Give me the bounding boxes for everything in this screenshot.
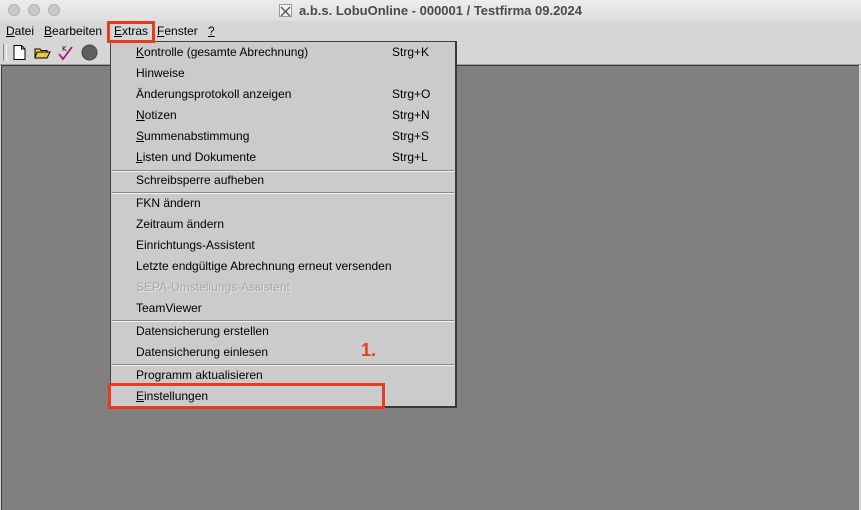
menu-item-teamviewer-label: TeamViewer bbox=[136, 301, 202, 315]
menu-item-aenderungsprotokoll-label: Änderungsprotokoll anzeigen bbox=[136, 87, 292, 101]
menu-help[interactable]: ? bbox=[208, 24, 215, 38]
menu-bearbeiten-label: earbeiten bbox=[52, 24, 103, 38]
menu-item-summenabstimmung-label: Summenabstimmung bbox=[136, 129, 249, 143]
menu-bearbeiten[interactable]: Bearbeiten bbox=[44, 24, 102, 38]
menu-item-listen-dokumente-text: isten und Dokumente bbox=[142, 150, 257, 164]
menu-bearbeiten-mnemonic: B bbox=[44, 24, 53, 38]
menu-item-datensicherung-erstellen-label: Datensicherung erstellen bbox=[136, 324, 269, 338]
menu-item-notizen-mnemonic: N bbox=[136, 108, 145, 122]
menu-item-sepa-assistent-label: SEPA-Umstellungs-Assistent bbox=[136, 280, 290, 294]
menu-item-kontrolle-shortcut: Strg+K bbox=[392, 45, 430, 59]
menu-item-datensicherung-erstellen[interactable]: Datensicherung erstellen bbox=[111, 321, 454, 342]
menu-item-listen-dokumente-shortcut: Strg+L bbox=[392, 150, 428, 164]
menu-item-listen-dokumente[interactable]: Listen und Dokumente Strg+L bbox=[111, 147, 454, 168]
menu-item-zeitraum-aendern[interactable]: Zeitraum ändern bbox=[111, 214, 454, 235]
menu-item-summenabstimmung-mnemonic: S bbox=[136, 129, 145, 143]
menu-datei-mnemonic: D bbox=[6, 24, 15, 38]
menu-item-teamviewer[interactable]: TeamViewer bbox=[111, 298, 454, 319]
menu-item-einrichtungs-assistent-label: Einrichtungs-Assistent bbox=[136, 238, 255, 252]
einstellungen-highlight-box bbox=[108, 383, 385, 409]
menu-item-hinweise[interactable]: Hinweise bbox=[111, 63, 454, 84]
menu-item-zeitraum-aendern-label: Zeitraum ändern bbox=[136, 217, 225, 231]
menu-fenster-label: enster bbox=[164, 24, 198, 38]
menu-item-schreibsperre-label: Schreibsperre aufheben bbox=[136, 173, 265, 187]
menu-item-einrichtungs-assistent[interactable]: Einrichtungs-Assistent bbox=[111, 235, 454, 256]
x11-app-icon bbox=[279, 4, 292, 17]
step-annotation: 1. bbox=[361, 340, 377, 360]
menu-item-abrechnung-versenden[interactable]: Letzte endgültige Abrechnung erneut vers… bbox=[111, 256, 454, 277]
menu-item-fkn-aendern[interactable]: FKN ändern bbox=[111, 193, 454, 214]
extras-dropdown-menu: Kontrolle (gesamte Abrechnung) Strg+K Hin… bbox=[110, 41, 457, 408]
menu-item-fkn-aendern-label: FKN ändern bbox=[136, 196, 201, 210]
check-icon[interactable]: K bbox=[57, 44, 74, 61]
menu-item-aenderungsprotokoll-shortcut: Strg+O bbox=[392, 87, 431, 101]
menu-item-sepa-assistent: SEPA-Umstellungs-Assistent bbox=[111, 277, 454, 298]
menu-item-notizen-label: Notizen bbox=[136, 108, 177, 122]
open-folder-icon[interactable] bbox=[34, 44, 51, 61]
menu-item-kontrolle[interactable]: Kontrolle (gesamte Abrechnung) Strg+K bbox=[111, 42, 454, 63]
menu-item-summenabstimmung[interactable]: Summenabstimmung Strg+S bbox=[111, 126, 454, 147]
menu-item-aenderungsprotokoll[interactable]: Änderungsprotokoll anzeigen Strg+O bbox=[111, 84, 454, 105]
menu-item-kontrolle-text: ontrolle (gesamte Abrechnung) bbox=[144, 45, 309, 59]
window-title: a.b.s. LobuOnline - 000001 / Testfirma 0… bbox=[0, 3, 861, 18]
toolbar-grip bbox=[3, 44, 7, 61]
menu-help-mnemonic: ? bbox=[208, 24, 215, 38]
menu-item-notizen-text: otizen bbox=[144, 108, 177, 122]
menu-item-kontrolle-label: Kontrolle (gesamte Abrechnung) bbox=[136, 45, 308, 59]
menu-fenster[interactable]: Fenster bbox=[157, 24, 198, 38]
menu-item-notizen-shortcut: Strg+N bbox=[392, 108, 430, 122]
record-icon[interactable] bbox=[81, 44, 98, 61]
extras-highlight-box bbox=[107, 21, 155, 43]
window-title-bar: a.b.s. LobuOnline - 000001 / Testfirma 0… bbox=[0, 0, 861, 22]
menu-item-datensicherung-einlesen[interactable]: Datensicherung einlesen bbox=[111, 342, 454, 363]
new-document-icon[interactable] bbox=[11, 44, 28, 61]
window-title-text: a.b.s. LobuOnline - 000001 / Testfirma 0… bbox=[299, 3, 582, 18]
menu-item-programm-aktualisieren-label: Programm aktualisieren bbox=[136, 368, 263, 382]
menu-item-datensicherung-einlesen-label: Datensicherung einlesen bbox=[136, 345, 269, 359]
menu-item-abrechnung-versenden-label: Letzte endgültige Abrechnung erneut vers… bbox=[136, 259, 392, 273]
menu-item-listen-dokumente-label: Listen und Dokumente bbox=[136, 150, 256, 164]
menu-item-summenabstimmung-text: ummenabstimmung bbox=[144, 129, 250, 143]
menu-datei[interactable]: Datei bbox=[6, 24, 34, 38]
menu-item-listen-dokumente-mnemonic: L bbox=[136, 150, 143, 164]
menu-item-summenabstimmung-shortcut: Strg+S bbox=[392, 129, 430, 143]
menu-item-schreibsperre[interactable]: Schreibsperre aufheben bbox=[111, 170, 454, 191]
menu-datei-label: atei bbox=[14, 24, 35, 38]
menu-item-kontrolle-mnemonic: K bbox=[136, 45, 145, 59]
menu-item-hinweise-label: Hinweise bbox=[136, 66, 185, 80]
menu-item-notizen[interactable]: Notizen Strg+N bbox=[111, 105, 454, 126]
svg-text:K: K bbox=[62, 45, 67, 53]
